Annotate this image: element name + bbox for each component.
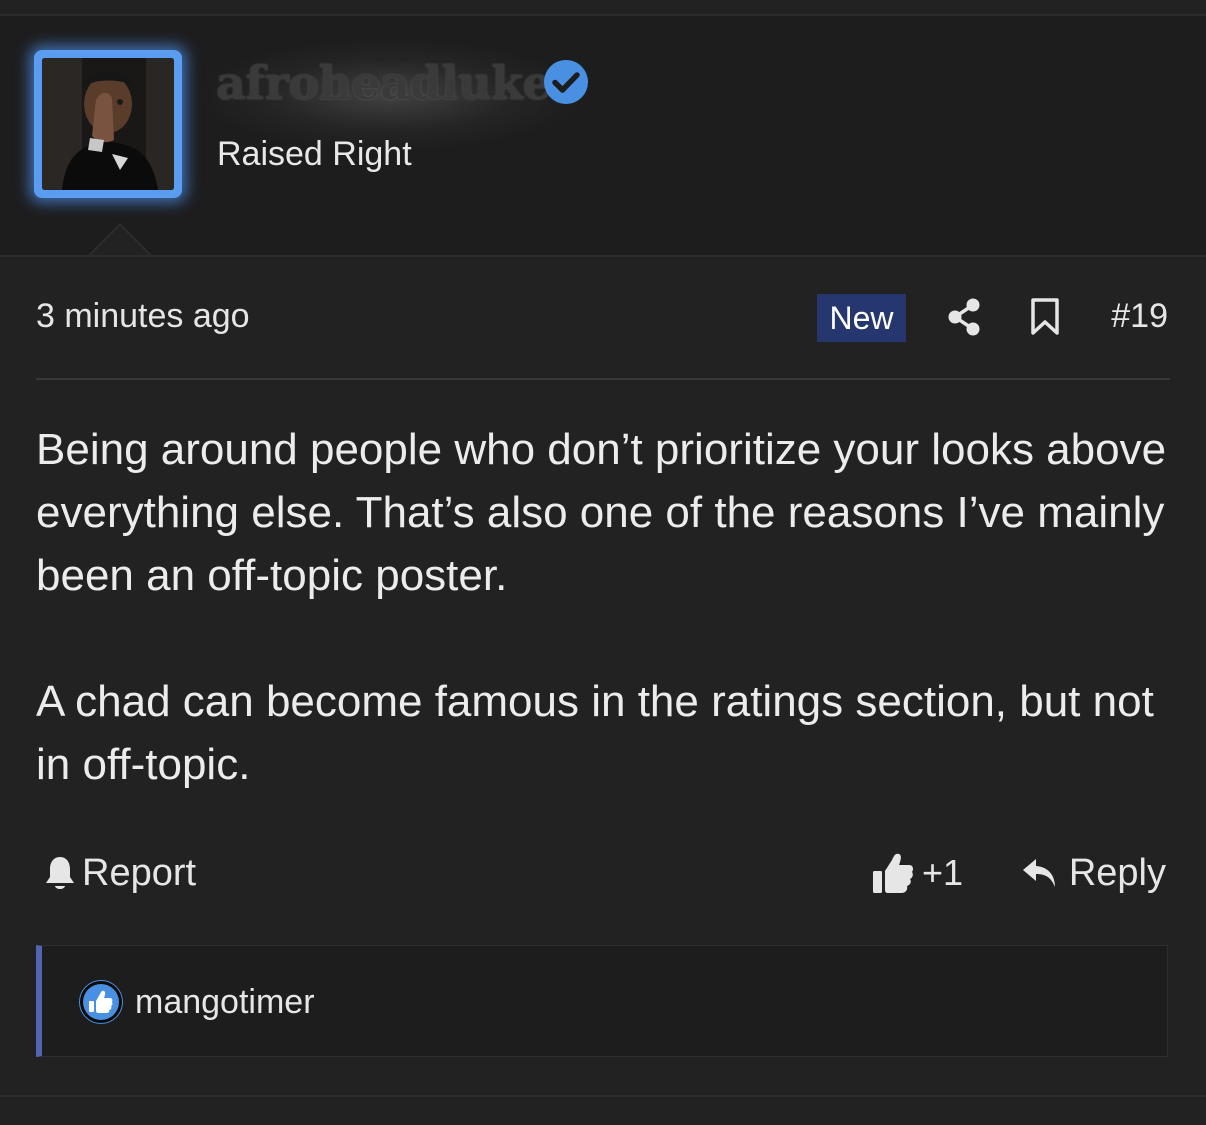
user-title: Raised Right	[217, 135, 412, 173]
avatar-frame[interactable]	[34, 50, 182, 198]
reply-arrow-icon	[1022, 859, 1055, 887]
like-reaction-icon	[79, 980, 123, 1024]
like-button[interactable]: +1	[872, 846, 963, 900]
post-body: Being around people who don’t prioritize…	[36, 418, 1170, 796]
avatar-image	[42, 58, 174, 190]
reply-button[interactable]: Reply	[1021, 846, 1166, 900]
report-button[interactable]: Report	[44, 846, 196, 900]
post-timestamp[interactable]: 3 minutes ago	[36, 297, 250, 336]
bottom-divider	[0, 1095, 1206, 1097]
username[interactable]: afroheadluke	[216, 56, 552, 110]
avatar[interactable]	[42, 58, 174, 190]
thumbs-up-icon	[873, 853, 913, 893]
reply-label: Reply	[1068, 851, 1166, 894]
report-label: Report	[82, 851, 197, 894]
post-number[interactable]: #19	[1111, 297, 1168, 336]
bell-icon	[46, 857, 74, 889]
meta-divider	[36, 378, 1170, 380]
verified-check-icon	[544, 60, 588, 104]
post-paragraph: Being around people who don’t prioritize…	[36, 425, 1167, 600]
new-badge: New	[817, 294, 906, 342]
header-divider	[0, 255, 1206, 257]
reactions-panel: mangotimer	[36, 945, 1168, 1057]
reaction-username[interactable]: mangotimer	[135, 983, 315, 1022]
bookmark-icon[interactable]	[1030, 298, 1060, 336]
header-pointer	[90, 226, 150, 256]
share-icon[interactable]	[947, 298, 981, 336]
like-count: +1	[922, 852, 964, 893]
post-actions-row: Report +1 Reply	[36, 846, 1170, 900]
post-paragraph: A chad can become famous in the ratings …	[36, 677, 1154, 789]
post-meta-row: 3 minutes ago New #19	[36, 292, 1170, 344]
